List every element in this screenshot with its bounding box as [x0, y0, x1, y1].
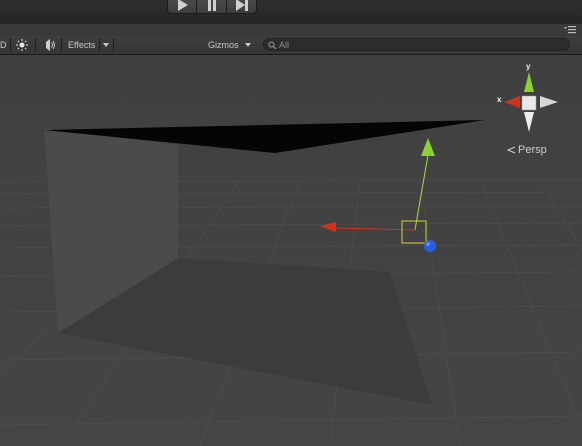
divider: [113, 38, 114, 52]
scene-search-input[interactable]: All: [263, 38, 570, 51]
projection-label: Persp: [518, 144, 547, 156]
x-axis-label: x: [497, 95, 502, 104]
z-axis-handle[interactable]: [424, 240, 436, 252]
y-axis-label: y: [526, 62, 531, 71]
effects-label: Effects: [68, 40, 96, 50]
gizmo-center-cube[interactable]: [521, 95, 537, 111]
pause-icon: [207, 0, 216, 11]
2d-mode-toggle[interactable]: D: [0, 36, 7, 54]
search-icon: [268, 41, 277, 49]
panel-menu-icon[interactable]: [564, 26, 576, 34]
sun-icon: [16, 39, 28, 51]
play-button[interactable]: [167, 0, 197, 14]
projection-toggle[interactable]: Persp: [506, 144, 547, 156]
search-placeholder: All: [279, 39, 290, 50]
divider: [61, 38, 62, 52]
play-icon: [178, 0, 188, 11]
effects-dropdown-arrow[interactable]: [103, 36, 109, 54]
chevron-down-icon: [244, 43, 251, 47]
gizmos-label: Gizmos: [208, 40, 239, 50]
divider: [10, 38, 11, 52]
z-axis-highlight: [426, 242, 430, 246]
top-bar: [0, 0, 582, 24]
scene-toolbar: D Effects Gizmos All: [0, 36, 582, 55]
audio-toggle[interactable]: [41, 36, 57, 54]
pause-button[interactable]: [197, 0, 227, 14]
divider: [99, 38, 100, 52]
chevron-down-icon: [103, 43, 109, 47]
chevron-left-icon: [506, 146, 516, 154]
step-icon: [235, 0, 248, 11]
divider: [35, 38, 36, 52]
gizmos-dropdown[interactable]: Gizmos: [208, 36, 251, 54]
mode-label: D: [0, 40, 7, 50]
step-button[interactable]: [227, 0, 257, 14]
scene-viewport[interactable]: [0, 55, 582, 446]
audio-icon: [46, 39, 55, 51]
lighting-toggle[interactable]: [16, 36, 28, 54]
play-controls: [167, 0, 257, 14]
effects-dropdown[interactable]: Effects: [68, 36, 95, 54]
